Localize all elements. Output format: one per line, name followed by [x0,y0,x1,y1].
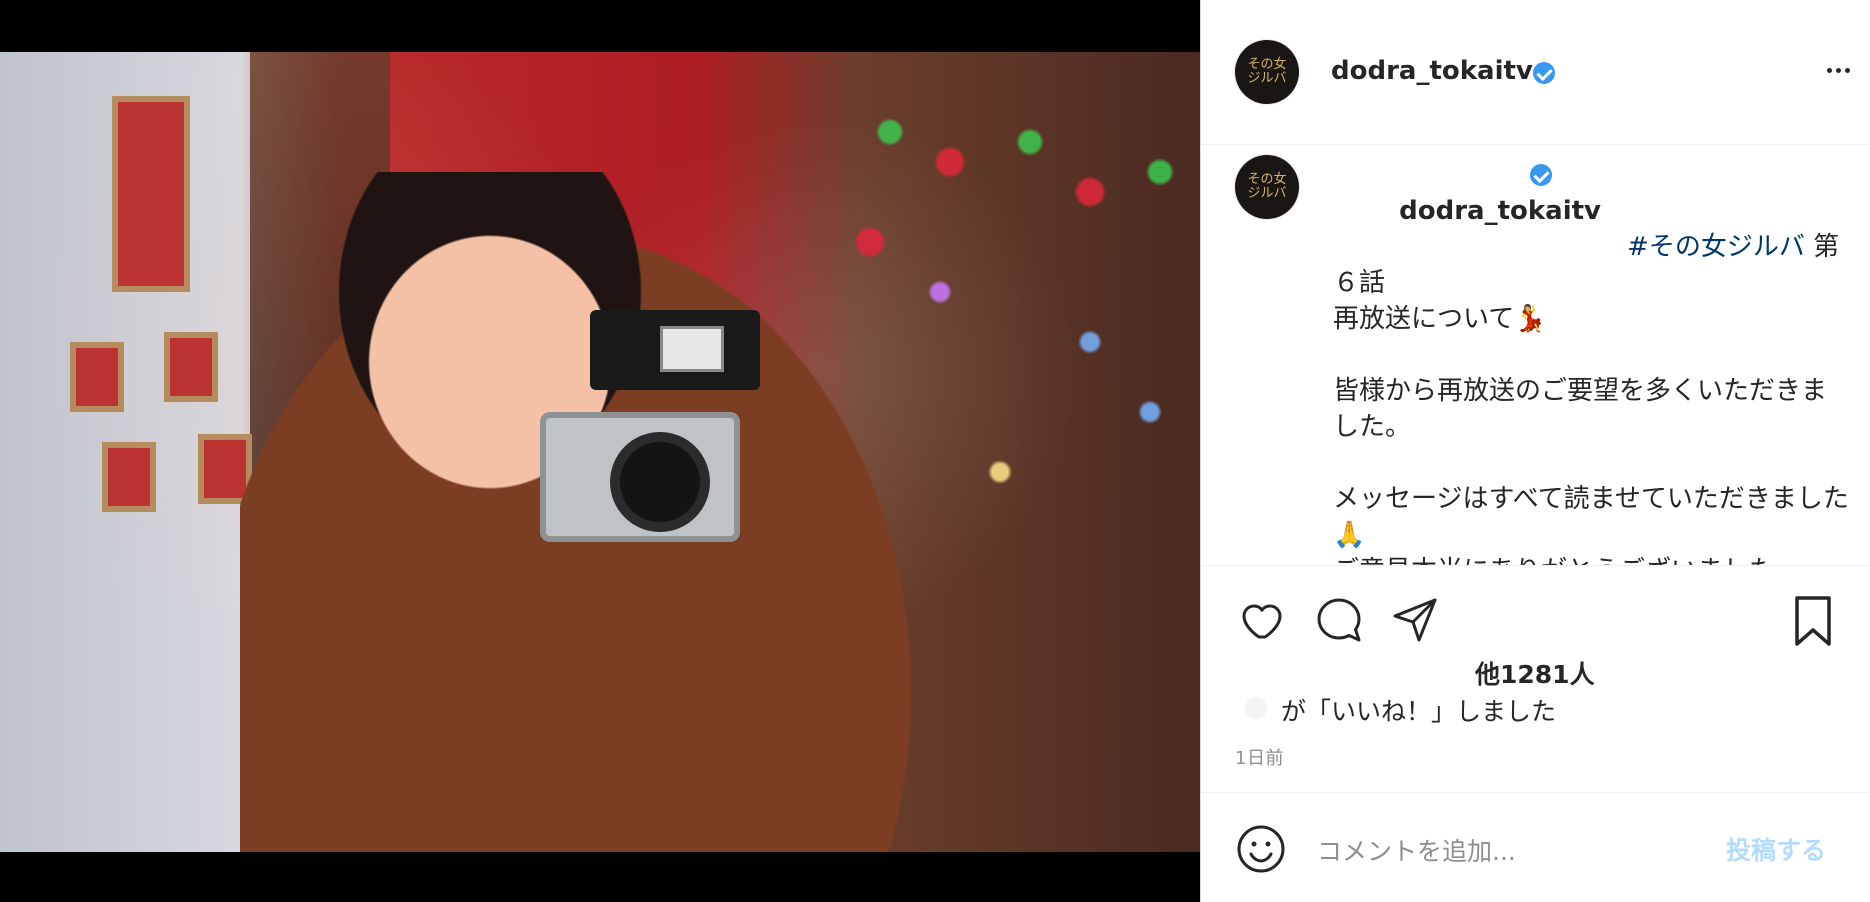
caption-username[interactable]: dodra_tokaitv [1399,196,1601,226]
profile-avatar[interactable]: その女 ジルバ [1235,40,1299,104]
wall-frame [102,442,156,512]
heart-icon[interactable] [1235,596,1283,644]
verified-badge-icon [1530,164,1552,186]
instagram-post-view: その女 ジルバ dodra_tokaitv その女 ジルバ dodra_toka… [0,0,1870,902]
post-photo[interactable] [0,0,1200,902]
avatar-logo-text: その女 ジルバ [1247,172,1287,201]
more-dots-icon[interactable] [1821,60,1857,80]
post-comment-button[interactable]: 投稿する [1726,831,1826,867]
likes-text: が「いいね！」しました [1281,697,1557,726]
smile-icon[interactable] [1235,823,1287,875]
comment-input[interactable] [1315,827,1739,875]
comment-bar: 投稿する [1201,792,1870,902]
post-timestamp[interactable]: 1日前 [1235,744,1284,770]
bookmark-icon[interactable] [1789,594,1837,648]
likes-count[interactable]: 他1281人 [1475,655,1595,691]
header-username[interactable]: dodra_tokaitv [1331,56,1533,86]
post-side-panel: その女 ジルバ dodra_tokaitv その女 ジルバ dodra_toka… [1200,0,1870,902]
photo-bottom-letterbox [0,852,1200,902]
photo-image[interactable] [0,52,1200,852]
wall-frame [164,332,218,402]
dot [1827,68,1832,73]
comment-icon[interactable] [1315,596,1363,644]
caption-area: その女 ジルバ dodra_tokaitv #その女ジルバ 第６話 再放送につい… [1201,145,1870,565]
camera-flash [590,310,760,390]
caption-hashtag[interactable]: #その女ジルバ [1627,232,1805,262]
liker-avatar[interactable] [1245,697,1267,719]
wall-frame [112,96,190,292]
camera-lens [620,442,700,522]
post-header: その女 ジルバ dodra_tokaitv [1201,0,1870,145]
camera [540,412,740,542]
caption-text: dodra_tokaitv #その女ジルバ 第６話 再放送について💃 皆様から再… [1333,157,1849,565]
wall-frame [70,342,124,412]
caption-body: 再放送について💃 皆様から再放送のご要望を多くいただきました。 メッセージはすべ… [1333,304,1849,565]
dot [1845,68,1850,73]
caption-avatar[interactable]: その女 ジルバ [1235,155,1299,219]
dot [1836,68,1841,73]
photo-top-letterbox [0,0,1200,52]
likes-summary: 他1281人 が「いいね！」しました [1201,655,1870,726]
paper-plane-icon[interactable] [1391,596,1439,644]
avatar-logo-text: その女 ジルバ [1247,57,1287,86]
verified-badge-icon [1533,62,1555,84]
